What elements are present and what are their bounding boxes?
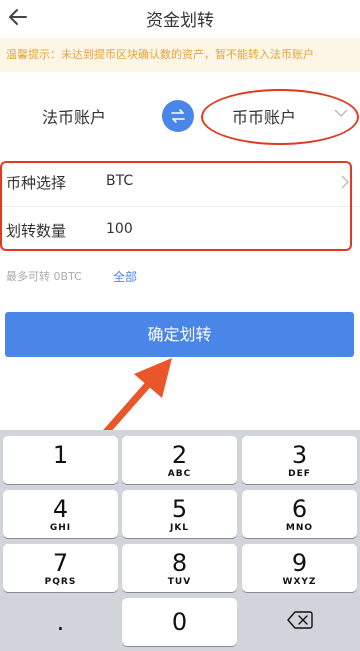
from-account-label[interactable]: 法币账户 bbox=[42, 104, 106, 128]
key-2[interactable]: 2 ABC bbox=[122, 436, 237, 484]
key-4[interactable]: 4 GHI bbox=[3, 490, 118, 538]
confirm-transfer-button[interactable]: 确定划转 bbox=[5, 312, 354, 357]
max-transfer-text: 最多可转 0BTC bbox=[6, 270, 82, 283]
key-7[interactable]: 7 PQRS bbox=[3, 544, 118, 592]
swap-arrows-icon bbox=[171, 109, 185, 123]
key-6[interactable]: 6 MNO bbox=[242, 490, 357, 538]
numeric-keypad: 1 2 ABC 3 DEF 4 GHI 5 JKL 6 MNO 7 PQRS 8… bbox=[0, 430, 360, 651]
key-5[interactable]: 5 JKL bbox=[122, 490, 237, 538]
key-3[interactable]: 3 DEF bbox=[242, 436, 357, 484]
account-selector-row: 法币账户 币币账户 bbox=[0, 86, 360, 148]
all-link[interactable]: 全部 bbox=[113, 268, 137, 285]
key-dot[interactable]: . bbox=[3, 598, 118, 646]
swap-button[interactable] bbox=[162, 100, 194, 132]
amount-label: 划转数量 bbox=[6, 222, 67, 240]
currency-label: 币种选择 bbox=[6, 174, 67, 192]
to-account-select[interactable]: 币币账户 bbox=[232, 104, 296, 128]
notice-banner: 温馨提示：未达到提币区块确认数的资产，暂不能转入法币账户 bbox=[0, 38, 360, 72]
key-1[interactable]: 1 bbox=[3, 436, 118, 484]
key-8[interactable]: 8 TUV bbox=[122, 544, 237, 592]
transfer-form: 币种选择 BTC 划转数量 100 bbox=[0, 158, 360, 254]
key-9[interactable]: 9 WXYZ bbox=[242, 544, 357, 592]
header-bar: 资金划转 bbox=[0, 0, 360, 38]
currency-value[interactable]: BTC bbox=[106, 173, 133, 189]
chevron-down-icon bbox=[334, 109, 348, 117]
backspace-icon bbox=[286, 611, 313, 629]
backspace-key[interactable] bbox=[242, 598, 357, 646]
chevron-right-icon bbox=[341, 175, 349, 189]
amount-row: 划转数量 100 bbox=[0, 206, 360, 254]
key-0[interactable]: 0 bbox=[122, 598, 237, 646]
currency-select-row[interactable]: 币种选择 BTC bbox=[0, 158, 360, 206]
amount-input[interactable]: 100 bbox=[106, 221, 133, 237]
page-title: 资金划转 bbox=[146, 11, 214, 31]
